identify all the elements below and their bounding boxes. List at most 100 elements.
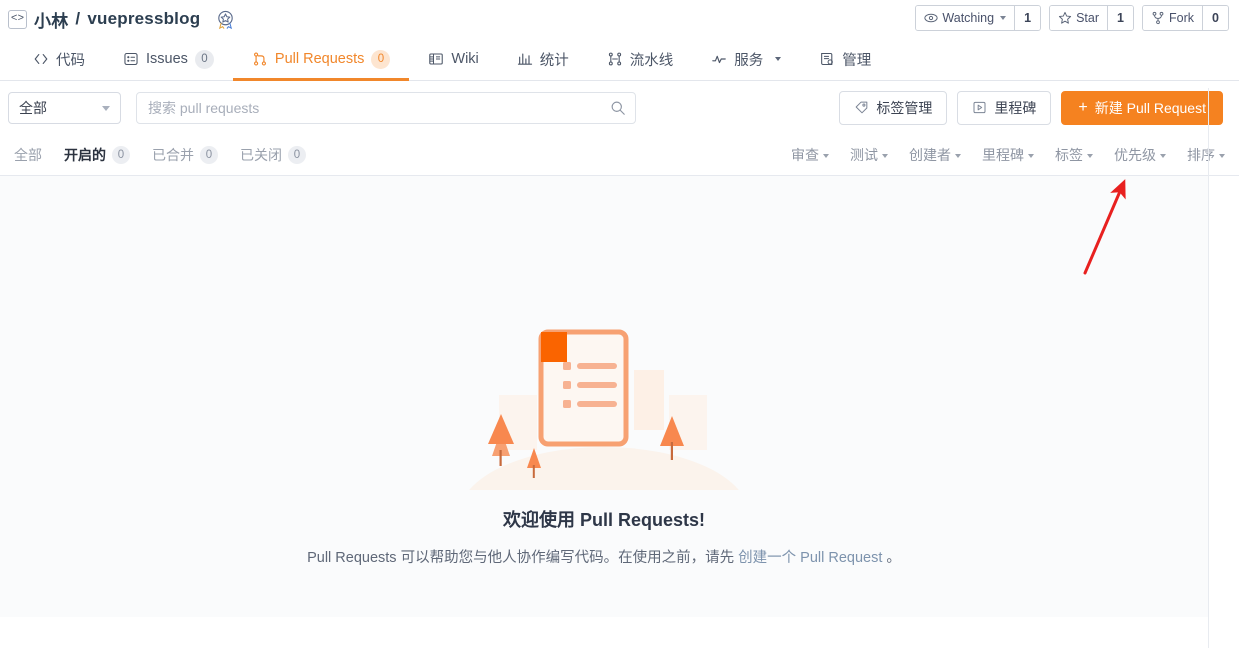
chevron-down-icon xyxy=(1160,153,1166,158)
plus-icon: + xyxy=(1078,98,1088,116)
filter-sort-label: 排序 xyxy=(1187,146,1215,163)
scope-select-value: 全部 xyxy=(19,99,47,116)
state-filters: 全部 开启的 0 已合并 0 已关闭 0 xyxy=(14,145,306,165)
chevron-down-icon xyxy=(955,153,961,158)
tab-manage-label: 管理 xyxy=(842,52,872,69)
chevron-down-icon xyxy=(775,57,782,61)
eye-icon xyxy=(924,13,939,23)
filter-review-label: 审查 xyxy=(791,146,819,163)
star-icon xyxy=(1058,11,1072,24)
filter-creator[interactable]: 创建者 xyxy=(909,145,961,165)
pull-requests-content: 欢迎使用 Pull Requests! Pull Requests 可以帮助您与… xyxy=(0,176,1209,617)
issues-icon xyxy=(123,51,139,67)
pipeline-icon xyxy=(607,51,623,67)
tab-issues-count: 0 xyxy=(194,49,214,69)
wiki-book-icon xyxy=(428,51,444,67)
filter-state-closed-count: 0 xyxy=(288,145,306,164)
filter-state-closed[interactable]: 已关闭 0 xyxy=(240,145,306,165)
new-pull-request-label: 新建 Pull Request xyxy=(1094,99,1206,116)
filter-state-open-count: 0 xyxy=(112,145,130,164)
chevron-down-icon xyxy=(1219,153,1225,158)
scope-select[interactable]: 全部 xyxy=(8,91,121,124)
filter-milestone[interactable]: 里程碑 xyxy=(982,145,1034,165)
chevron-down-icon xyxy=(882,153,888,158)
tab-service[interactable]: 服务 xyxy=(692,38,800,80)
watch-button-group[interactable]: Watching 1 xyxy=(915,5,1042,31)
filter-sort[interactable]: 排序 xyxy=(1187,145,1225,165)
filter-state-merged-count: 0 xyxy=(200,145,218,164)
filter-state-open-label: 开启的 xyxy=(64,146,106,163)
create-pull-request-link[interactable]: 创建一个 Pull Request xyxy=(738,550,882,566)
milestone-button[interactable]: 里程碑 xyxy=(957,90,1052,125)
empty-state-title: 欢迎使用 Pull Requests! xyxy=(502,510,706,530)
filter-state-all[interactable]: 全部 xyxy=(14,145,42,165)
new-pull-request-button[interactable]: + 新建 Pull Request xyxy=(1061,90,1223,125)
empty-state-description: Pull Requests 可以帮助您与他人协作编写代码。在使用之前，请先 创建… xyxy=(307,546,901,567)
tab-statistics-label: 统计 xyxy=(539,52,569,69)
chevron-down-icon xyxy=(1000,16,1007,20)
chevron-down-icon xyxy=(102,105,110,111)
empty-desc-suffix: 。 xyxy=(882,550,901,566)
empty-desc-prefix: Pull Requests 可以帮助您与他人协作编写代码。在使用之前，请先 xyxy=(307,550,739,566)
watch-label: Watching xyxy=(942,11,995,25)
label-manage-button[interactable]: 标签管理 xyxy=(839,90,948,125)
filter-state-open[interactable]: 开启的 0 xyxy=(64,145,130,165)
filter-state-closed-label: 已关闭 xyxy=(240,146,282,163)
filter-bar: 全部 开启的 0 已合并 0 已关闭 0 审查 测试 创建者 里程碑 标签 优先… xyxy=(0,134,1239,176)
filter-state-all-label: 全部 xyxy=(14,146,42,163)
tab-pipeline[interactable]: 流水线 xyxy=(588,38,693,80)
filter-label[interactable]: 标签 xyxy=(1055,145,1093,165)
star-button[interactable]: Star xyxy=(1050,6,1107,30)
repo-owner-name[interactable]: 小林 xyxy=(34,7,68,32)
page-root: <> 小林 / vuepressblog Watching 1 Star 1 F… xyxy=(0,0,1239,648)
chart-bar-icon xyxy=(517,51,533,67)
tab-wiki-label: Wiki xyxy=(451,51,479,67)
filter-dropdowns: 审查 测试 创建者 里程碑 标签 优先级 排序 xyxy=(791,134,1225,175)
star-label: Star xyxy=(1076,11,1099,25)
star-count[interactable]: 1 xyxy=(1107,6,1133,30)
search-toolbar: 全部 标签管理 xyxy=(0,81,1239,134)
repo-full-name[interactable]: vuepressblog xyxy=(87,9,200,29)
search-box[interactable] xyxy=(136,91,636,124)
fork-button-group[interactable]: Fork 0 xyxy=(1142,5,1229,31)
repo-header: <> 小林 / vuepressblog Watching 1 Star 1 F… xyxy=(0,0,1239,38)
tab-manage[interactable]: 管理 xyxy=(800,38,890,80)
tab-pull-requests-count: 0 xyxy=(371,49,391,69)
award-badge-icon xyxy=(215,9,236,30)
chevron-down-icon xyxy=(1087,153,1093,158)
tab-statistics[interactable]: 统计 xyxy=(498,38,588,80)
tab-pull-requests[interactable]: Pull Requests 0 xyxy=(232,38,410,81)
empty-document-illustration xyxy=(444,310,764,583)
tab-pull-requests-label: Pull Requests xyxy=(274,51,365,67)
filter-test[interactable]: 测试 xyxy=(850,145,888,165)
repo-name-separator: / xyxy=(75,9,81,28)
search-input[interactable] xyxy=(137,99,635,116)
filter-state-merged[interactable]: 已合并 0 xyxy=(152,145,218,165)
watch-count[interactable]: 1 xyxy=(1014,6,1041,30)
milestone-icon xyxy=(973,101,986,114)
tab-wiki[interactable]: Wiki xyxy=(409,38,497,80)
tab-code[interactable]: 代码 xyxy=(14,38,104,80)
filter-test-label: 测试 xyxy=(850,146,878,163)
tab-code-label: 代码 xyxy=(56,52,85,69)
fork-label: Fork xyxy=(1169,11,1194,25)
label-manage-label: 标签管理 xyxy=(876,99,933,116)
filter-creator-label: 创建者 xyxy=(909,146,951,163)
tag-icon xyxy=(856,101,868,114)
filter-priority-label: 优先级 xyxy=(1114,146,1156,163)
tab-issues-label: Issues xyxy=(146,51,188,67)
fork-count[interactable]: 0 xyxy=(1202,6,1228,30)
chevron-down-icon xyxy=(823,153,829,158)
search-icon[interactable] xyxy=(610,100,626,116)
tab-issues[interactable]: Issues 0 xyxy=(104,38,233,80)
watch-button[interactable]: Watching xyxy=(916,6,1015,30)
filter-priority[interactable]: 优先级 xyxy=(1114,145,1166,165)
repo-title: <> 小林 / vuepressblog xyxy=(8,7,236,32)
tab-service-label: 服务 xyxy=(734,52,764,69)
fork-button[interactable]: Fork xyxy=(1143,6,1202,30)
code-brackets-icon: <> xyxy=(8,9,27,29)
filter-review[interactable]: 审查 xyxy=(791,145,829,165)
star-button-group[interactable]: Star 1 xyxy=(1049,5,1134,31)
manage-icon xyxy=(819,51,835,67)
milestone-label: 里程碑 xyxy=(994,99,1037,116)
